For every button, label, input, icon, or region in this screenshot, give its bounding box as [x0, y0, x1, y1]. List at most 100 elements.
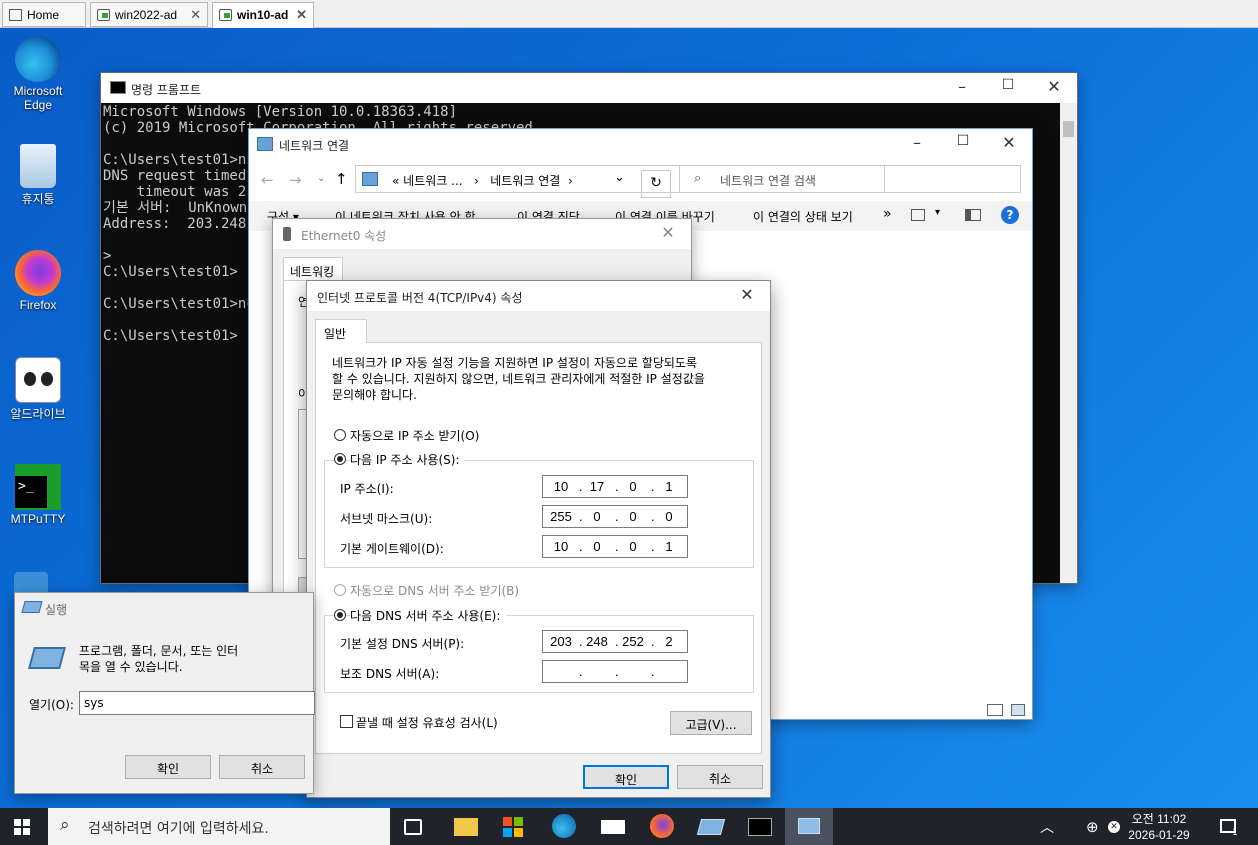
volume-muted-icon[interactable]: ✕	[1108, 821, 1120, 833]
up-icon[interactable]: ↑	[335, 170, 348, 188]
run-titlebar[interactable]: 실행	[15, 593, 313, 623]
task-view-icon[interactable]	[404, 819, 422, 835]
scrollbar[interactable]	[1060, 103, 1077, 583]
mail-icon[interactable]	[601, 820, 625, 834]
firefox-icon	[15, 250, 61, 296]
run-description: 프로그램, 폴더, 문서, 또는 인터 목을 열 수 있습니다.	[79, 644, 239, 674]
back-icon[interactable]: ←	[261, 171, 274, 189]
tab-general[interactable]: 일반	[315, 319, 367, 343]
search-box[interactable]: ⌕ 네트워크 연결 검색	[679, 165, 1021, 193]
forward-icon[interactable]: →	[289, 171, 302, 189]
store-icon[interactable]	[503, 817, 523, 837]
cmd-line: Microsoft Windows [Version 10.0.18363.41…	[103, 104, 458, 120]
firefox-icon[interactable]	[650, 814, 674, 838]
start-button[interactable]	[14, 819, 30, 835]
preview-pane-icon[interactable]	[965, 209, 981, 221]
chevron-down-icon[interactable]: ▾	[935, 207, 940, 218]
ok-button[interactable]: 확인	[583, 765, 669, 789]
run-dialog[interactable]: 실행 프로그램, 폴더, 문서, 또는 인터 목을 열 수 있습니다. 열기(O…	[14, 592, 315, 794]
tab-networking[interactable]: 네트워킹	[283, 257, 343, 281]
cancel-button[interactable]: 취소	[219, 755, 305, 779]
close-icon[interactable]: ✕	[296, 7, 307, 23]
view-options-icon[interactable]	[911, 209, 925, 221]
minimize-icon[interactable]: –	[894, 133, 940, 152]
file-explorer-icon[interactable]	[454, 818, 478, 836]
network-folder-icon	[362, 172, 378, 186]
cmd-icon[interactable]	[748, 818, 772, 836]
desktop-icon-partial[interactable]	[14, 572, 48, 592]
run-input[interactable]: sys	[79, 691, 315, 715]
large-icons-view-icon[interactable]	[1011, 704, 1025, 716]
taskbar-search[interactable]: ⌕ 검색하려면 여기에 입력하세요.	[48, 808, 390, 845]
vm-tab-win10-ad[interactable]: win10-ad ✕	[212, 2, 314, 28]
edge-icon[interactable]	[552, 814, 576, 838]
maximize-icon[interactable]: ☐	[940, 133, 986, 149]
vm-tab-bar: Home win2022-ad ✕ win10-ad ✕	[0, 0, 1258, 28]
close-icon[interactable]: ✕	[1031, 77, 1077, 96]
manual-dns-radio[interactable]	[334, 609, 346, 621]
cmd-icon	[110, 81, 126, 94]
ipv4-properties-dialog[interactable]: 인터넷 프로토콜 버전 4(TCP/IPv4) 속성 ✕ 일반 네트워크가 IP…	[306, 280, 771, 798]
desktop-icon-aldrive[interactable]: 알드라이브	[1, 357, 75, 422]
close-icon[interactable]: ✕	[986, 133, 1032, 152]
close-icon[interactable]: ✕	[190, 7, 201, 23]
vm-tab-home[interactable]: Home	[2, 2, 86, 27]
close-icon[interactable]: ✕	[724, 285, 770, 304]
auto-dns-radio[interactable]	[334, 584, 346, 596]
network-folder-icon	[257, 137, 273, 151]
ok-button[interactable]: 확인	[125, 755, 211, 779]
recycle-bin-icon	[20, 144, 56, 188]
home-icon	[9, 9, 22, 21]
advanced-button[interactable]: 고급(V)...	[670, 711, 752, 735]
default-gateway-field[interactable]: 10. 0. 0. 1	[542, 535, 688, 558]
scroll-thumb[interactable]	[1063, 121, 1074, 137]
net-titlebar[interactable]: 네트워크 연결 – ☐ ✕	[249, 129, 1032, 159]
refresh-button[interactable]: ↻	[641, 170, 671, 198]
vm-icon	[219, 9, 232, 21]
manual-ip-radio[interactable]	[334, 453, 346, 465]
cmd-titlebar[interactable]: 명령 프롬프트 – ☐ ✕	[101, 73, 1077, 103]
vm-icon	[97, 9, 110, 21]
auto-ip-radio[interactable]	[334, 429, 346, 441]
notification-count-badge: 1	[1232, 828, 1238, 838]
window-title: 명령 프롬프트	[131, 83, 202, 97]
run-large-icon	[28, 647, 66, 669]
view-status-button[interactable]: 이 연결의 상태 보기	[753, 208, 853, 225]
close-icon[interactable]: ✕	[645, 223, 691, 242]
desktop-icon-edge[interactable]: Microsoft Edge	[1, 36, 75, 112]
run-icon[interactable]	[696, 819, 726, 835]
description-text: 네트워크가 IP 자동 설정 기능을 지원하면 IP 설정이 자동으로 할당되도…	[332, 356, 705, 402]
window-title: Ethernet0 속성	[301, 229, 387, 243]
aldrive-icon	[15, 357, 61, 403]
dialog-title: 인터넷 프로토콜 버전 4(TCP/IPv4) 속성	[317, 291, 523, 305]
clock[interactable]: 오전 11:02 2026-01-29	[1124, 811, 1194, 843]
minimize-icon[interactable]: –	[939, 77, 985, 96]
help-icon[interactable]: ?	[1001, 206, 1019, 224]
alternate-dns-field[interactable]: . . .	[542, 660, 688, 683]
desktop-icon-mtputty[interactable]: >_ MTPuTTY	[1, 464, 75, 526]
network-status-icon[interactable]: ⊕	[1086, 818, 1099, 836]
edge-icon	[15, 36, 61, 82]
chevron-up-icon[interactable]: ︿	[1040, 817, 1054, 837]
preferred-dns-field[interactable]: 203. 248. 252. 2	[542, 630, 688, 653]
validate-checkbox[interactable]	[340, 715, 353, 728]
details-view-icon[interactable]	[987, 704, 1003, 716]
desktop-icon-firefox[interactable]: Firefox	[1, 250, 75, 312]
ipv4-titlebar[interactable]: 인터넷 프로토콜 버전 4(TCP/IPv4) 속성 ✕	[307, 281, 770, 311]
more-commands-button[interactable]: »	[883, 206, 892, 222]
mtputty-icon: >_	[15, 464, 61, 510]
vm-tab-win2022-ad[interactable]: win2022-ad ✕	[90, 2, 208, 27]
recent-dropdown-icon[interactable]: ⌄	[317, 173, 325, 184]
dialog-title: 실행	[45, 603, 68, 617]
chevron-down-icon[interactable]: ⌄	[614, 170, 625, 185]
ip-address-field[interactable]: 10. 17. 0. 1	[542, 475, 688, 498]
subnet-mask-field[interactable]: 255. 0. 0. 0	[542, 505, 688, 528]
cancel-button[interactable]: 취소	[677, 765, 763, 789]
network-folder-icon	[798, 818, 820, 834]
general-tab-pane: 네트워크가 IP 자동 설정 기능을 지원하면 IP 설정이 자동으로 할당되도…	[315, 342, 762, 754]
eth-titlebar[interactable]: Ethernet0 속성 ✕	[273, 219, 691, 249]
network-connections-taskbar-button[interactable]	[785, 808, 833, 845]
taskbar: ⌕ 검색하려면 여기에 입력하세요. ︿ ⊕ ✕ 오전 11:02 2026-0…	[0, 808, 1258, 845]
maximize-icon[interactable]: ☐	[985, 77, 1031, 93]
desktop-icon-recycle-bin[interactable]: 휴지통	[1, 144, 75, 207]
